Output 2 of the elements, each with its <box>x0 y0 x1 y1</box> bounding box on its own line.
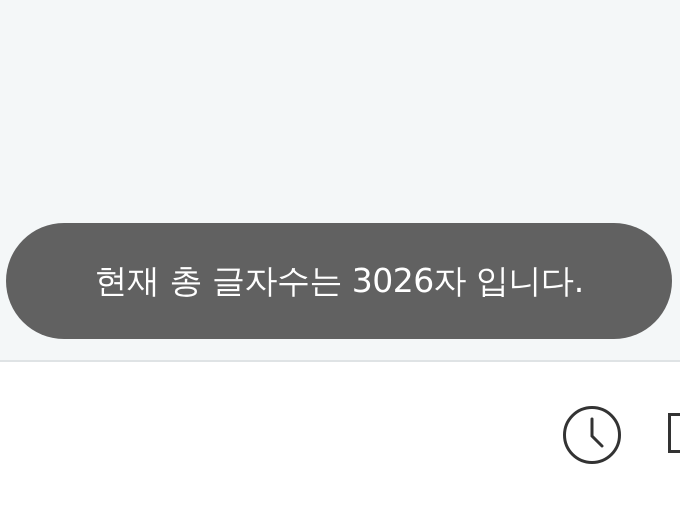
toast-message: 현재 총 글자수는 3026자 입니다. <box>94 260 584 302</box>
clock-icon[interactable] <box>562 405 622 465</box>
